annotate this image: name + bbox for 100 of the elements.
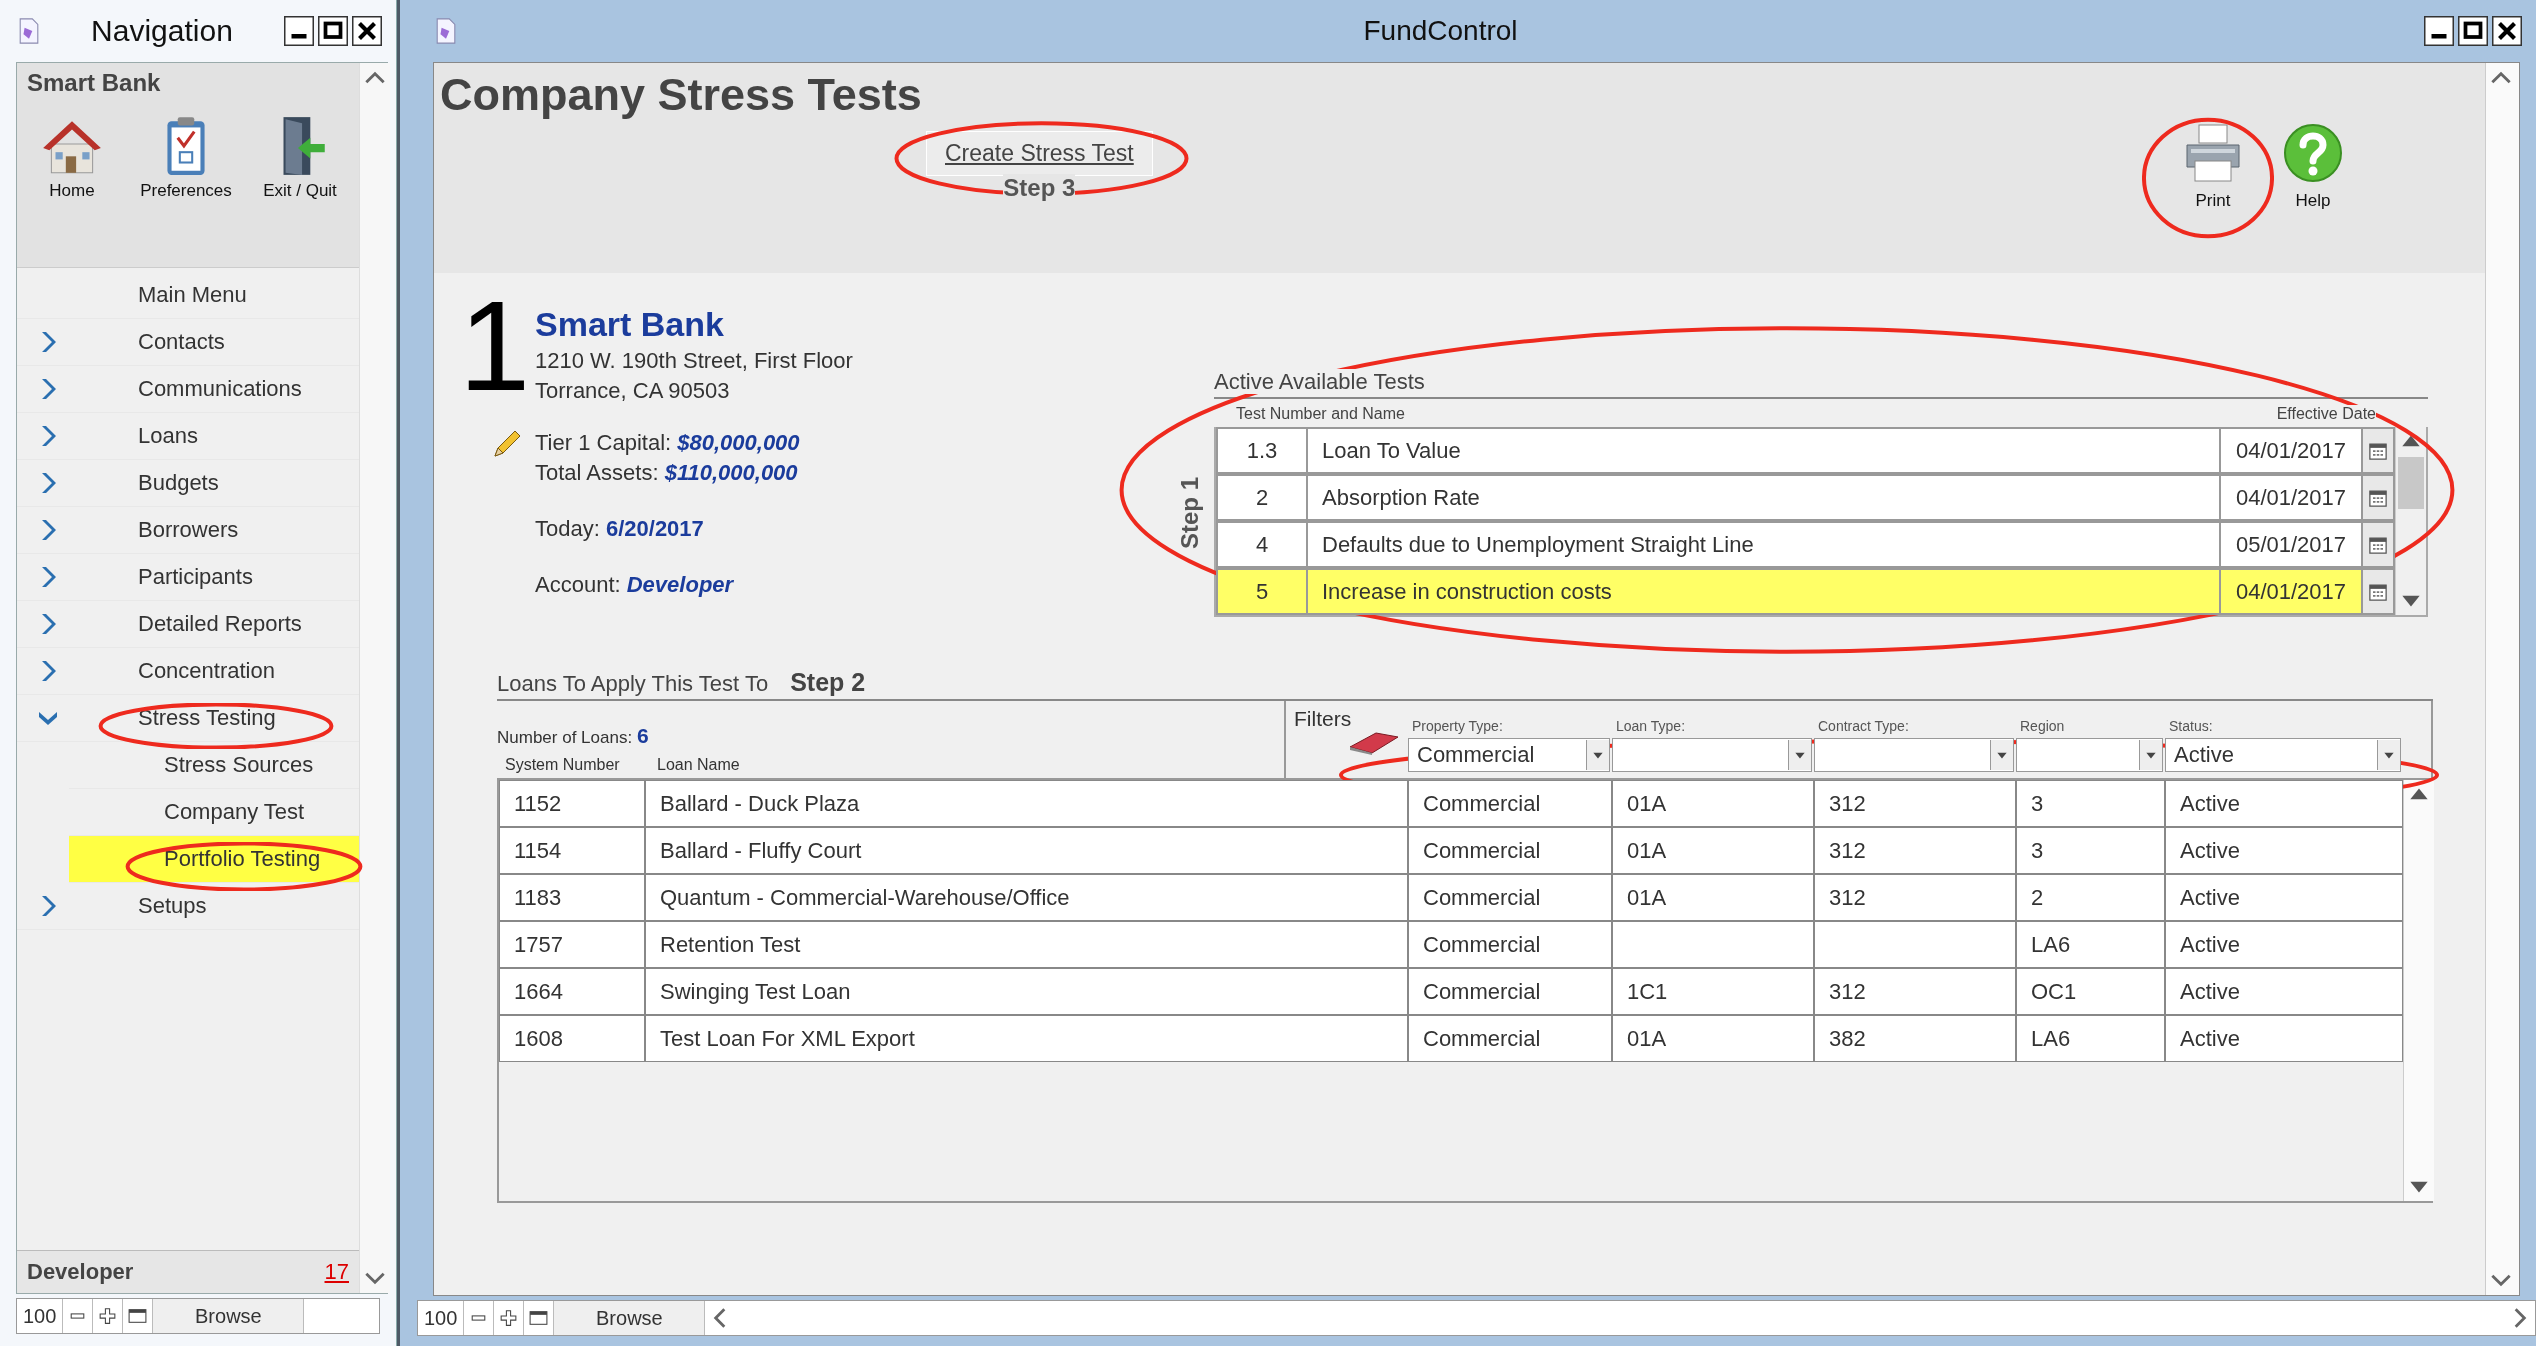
- company-name: Smart Bank: [535, 305, 725, 344]
- step-label: Step 3: [1003, 174, 1076, 202]
- document-icon: [18, 17, 40, 45]
- table-cell: Defaults due to Unemployment Straight Line: [1308, 523, 2221, 566]
- table-cell: 1757: [499, 921, 645, 968]
- table-cell: Active: [2165, 921, 2403, 968]
- table-cell: 312: [1814, 827, 2016, 874]
- create-stress-test-button[interactable]: Create Stress Test: [926, 131, 1153, 176]
- table-cell: Active: [2165, 874, 2403, 921]
- nav-item[interactable]: Portfolio Testing: [69, 836, 359, 883]
- table-cell: 382: [1814, 1015, 2016, 1062]
- nav-item[interactable]: Concentration: [17, 648, 359, 695]
- table-cell: 1.3: [1218, 429, 1308, 472]
- table-cell: 312: [1814, 874, 2016, 921]
- table-cell: LA6: [2016, 921, 2165, 968]
- filter-label: Status:: [2168, 718, 2214, 734]
- nav-item[interactable]: Participants: [17, 554, 359, 601]
- table-cell: Swinging Test Loan: [645, 968, 1408, 1015]
- nav-item[interactable]: Budgets: [17, 460, 359, 507]
- company-number: 1: [459, 291, 532, 404]
- table-cell: Commercial: [1408, 1015, 1612, 1062]
- minimize-button[interactable]: [2424, 16, 2454, 46]
- table-cell: 312: [1814, 968, 2016, 1015]
- table-cell: 2: [1218, 476, 1308, 519]
- address-line: 1210 W. 190th Street, First Floor: [535, 348, 853, 374]
- mode-label[interactable]: Browse: [153, 1299, 305, 1333]
- table-cell: 1C1: [1612, 968, 1814, 1015]
- window-title: FundControl: [1362, 15, 1519, 47]
- table-cell: 01A: [1612, 874, 1814, 921]
- zoom-level: 100: [17, 1299, 64, 1333]
- table-cell: Ballard - Fluffy Court: [645, 827, 1408, 874]
- bank-name: Smart Bank: [27, 69, 162, 97]
- table-cell: Active: [2165, 1015, 2403, 1062]
- test-row[interactable]: 2 Absorption Rate 04/01/2017: [1216, 474, 2395, 521]
- nav-item[interactable]: Contacts: [17, 319, 359, 366]
- table-cell: Commercial: [1408, 968, 1612, 1015]
- toolbar-button[interactable]: Preferences: [141, 111, 231, 201]
- today-date: Today: 6/20/2017: [535, 516, 705, 542]
- table-cell: 3: [2016, 827, 2165, 874]
- table-cell: Active: [2165, 968, 2403, 1015]
- count-link[interactable]: 17: [324, 1259, 349, 1285]
- loan-count: Number of Loans: 6: [497, 724, 650, 748]
- tier1-capital: Tier 1 Capital: $80,000,000: [535, 430, 800, 456]
- table-cell: OC1: [2016, 968, 2165, 1015]
- account-name: Developer: [27, 1259, 135, 1285]
- nav-item[interactable]: Detailed Reports: [17, 601, 359, 648]
- toolbar-button[interactable]: Exit / Quit: [255, 111, 345, 201]
- table-cell: 1664: [499, 968, 645, 1015]
- page-title: Company Stress Tests: [440, 69, 923, 121]
- maximize-button[interactable]: [2458, 16, 2488, 46]
- table-cell: 1152: [499, 780, 645, 827]
- table-cell: 01A: [1612, 1015, 1814, 1062]
- table-cell: Absorption Rate: [1308, 476, 2221, 519]
- window-title: Navigation: [90, 14, 234, 48]
- table-cell: 5: [1218, 570, 1308, 613]
- test-row[interactable]: 1.3 Loan To Value 04/01/2017: [1216, 427, 2395, 474]
- calendar-icon[interactable]: [2368, 440, 2388, 461]
- column-header: Loan Name: [657, 756, 740, 774]
- table-cell: 2: [2016, 874, 2165, 921]
- scroll-thumb[interactable]: [2398, 457, 2424, 509]
- zoom-level: 100: [418, 1301, 465, 1335]
- help-icon: [2281, 121, 2345, 185]
- document-icon: [435, 17, 457, 45]
- table-cell: Quantum - Commercial-Warehouse/Office: [645, 874, 1408, 921]
- maximize-button[interactable]: [318, 16, 348, 46]
- table-cell: Active: [2165, 827, 2403, 874]
- calendar-icon[interactable]: [2368, 581, 2388, 602]
- table-cell: Loan To Value: [1308, 429, 2221, 472]
- close-button[interactable]: [352, 16, 382, 46]
- table-cell: 1608: [499, 1015, 645, 1062]
- filter-label: Property Type:: [1411, 718, 1504, 734]
- nav-item[interactable]: Setups: [17, 883, 359, 930]
- table-cell: 1183: [499, 874, 645, 921]
- address-line: Torrance, CA 90503: [535, 378, 731, 404]
- pencil-icon[interactable]: [491, 428, 523, 460]
- close-button[interactable]: [2492, 16, 2522, 46]
- step-label: Step 2: [790, 668, 866, 697]
- toolbar-button[interactable]: Home: [27, 111, 117, 201]
- nav-item[interactable]: Communications: [17, 366, 359, 413]
- table-cell: Retention Test: [645, 921, 1408, 968]
- step-label: Step 1: [1176, 476, 1204, 549]
- table-cell: Test Loan For XML Export: [645, 1015, 1408, 1062]
- table-cell: 01A: [1612, 827, 1814, 874]
- calendar-icon[interactable]: [2368, 487, 2388, 508]
- toolbar-button[interactable]: Help: [2281, 121, 2345, 211]
- table-cell: LA6: [2016, 1015, 2165, 1062]
- filters-label: Filters: [1294, 707, 1352, 731]
- nav-item[interactable]: Loans: [17, 413, 359, 460]
- section-title: Loans To Apply This Test To: [497, 671, 769, 697]
- minimize-button[interactable]: [284, 16, 314, 46]
- column-header: System Number: [505, 756, 621, 774]
- filter-label: Loan Type:: [1615, 718, 1687, 734]
- table-cell: Commercial: [1408, 921, 1612, 968]
- calendar-icon[interactable]: [2368, 534, 2388, 555]
- mode-label[interactable]: Browse: [554, 1301, 706, 1335]
- test-row[interactable]: 5 Increase in construction costs 04/01/2017: [1216, 568, 2395, 615]
- test-row[interactable]: 4 Defaults due to Unemployment Straight Line 05/01/2017: [1216, 521, 2395, 568]
- total-assets: Total Assets: $110,000,000: [535, 460, 799, 486]
- section-title: Active Available Tests: [1214, 369, 1425, 394]
- nav-item[interactable]: Borrowers: [17, 507, 359, 554]
